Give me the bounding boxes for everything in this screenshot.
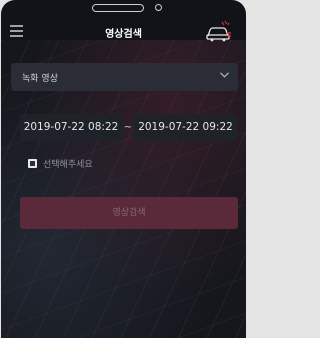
start-datetime-field[interactable]: 2019-07-22 08:22 <box>20 114 122 141</box>
app-screen: 영상검색 녹화 영상 2019-07-22 08:22 ~ 2019-07-22… <box>1 0 246 338</box>
page-title: 영상검색 <box>105 29 142 40</box>
select-checkbox[interactable] <box>28 159 37 168</box>
speaker-slot <box>92 4 144 12</box>
video-search-button[interactable]: 영상검색 <box>20 197 238 229</box>
app-header: 영상검색 <box>1 17 246 49</box>
end-datetime-field[interactable]: 2019-07-22 09:22 <box>134 114 237 141</box>
date-range-separator: ~ <box>123 122 133 133</box>
car-alert-icon[interactable] <box>204 19 232 43</box>
video-type-value: 녹화 영상 <box>22 74 58 84</box>
hamburger-menu-icon[interactable] <box>10 25 23 37</box>
front-camera <box>155 4 162 11</box>
video-type-select[interactable]: 녹화 영상 <box>11 63 238 91</box>
select-checkbox-label: 선택해주세요 <box>43 160 93 170</box>
chevron-down-icon <box>220 72 229 78</box>
